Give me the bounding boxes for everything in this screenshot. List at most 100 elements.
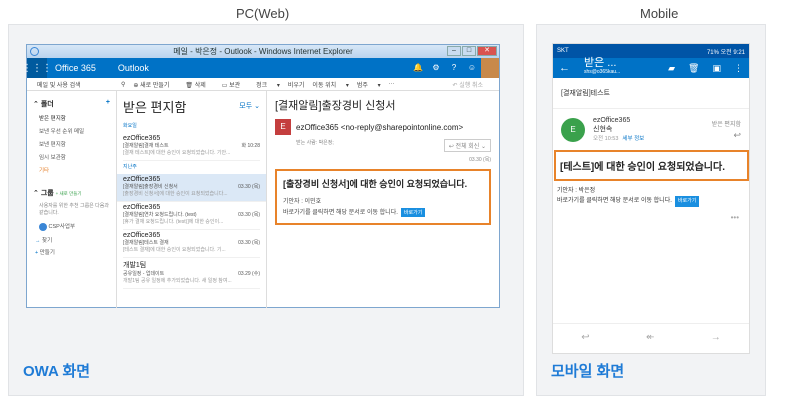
reply-icon[interactable]: ↩ — [712, 130, 741, 141]
groups-hint: 사용자를 위한 추천 그룹은 다음과 같습니다. — [39, 203, 109, 216]
app-bar: ← 받은 ... shs@o365kau... ▰ 🗑 ▣ ⋮ — [553, 58, 749, 78]
more-vert-icon[interactable]: ⋮ — [734, 63, 743, 74]
message-list: 받은 편지함 모두 ⌄ 화요일 ezOffice365 [결재알림]결재 테스트 화… — [117, 91, 267, 308]
junk-button[interactable]: 정크 ▾ — [256, 80, 280, 89]
mobile-drafter: 기안자 : 박은정 — [557, 188, 596, 194]
mobile-shortcut-button[interactable]: 바로가기 — [674, 196, 700, 207]
avatar[interactable] — [481, 58, 499, 78]
message-meta: 받는 사람: 박은정; ↩ 전체 회신 ⌄ — [296, 139, 491, 152]
smile-icon[interactable]: ☺ — [463, 58, 481, 78]
recipient-name: 신현속 — [593, 126, 613, 133]
folder-priority[interactable]: 보낸 우선 순위 메일 — [39, 127, 110, 135]
window-titlebar: 메일 - 박은정 - Outlook - Windows Internet Ex… — [27, 45, 499, 58]
folder-drafts[interactable]: 임시 보관함 — [39, 153, 110, 161]
folder-inbox[interactable]: 받은 편지함 — [39, 114, 110, 122]
delete-button[interactable]: 🗑 삭제 — [185, 80, 213, 89]
command-bar: 메일 및 사용 검색 ⚲ ⊕ 새로 만들기 🗑 삭제 ▭ 보관 정크 ▾ 비우기… — [27, 78, 499, 91]
status-bar: SKT 71% 오전 9:21 — [553, 44, 749, 58]
find-group[interactable]: → 찾기 — [35, 236, 110, 244]
bell-icon[interactable]: 🔔 — [409, 58, 427, 78]
day-divider: 화요일 — [123, 123, 137, 129]
mobile-sender-row: E ezOffice365 신현속 오전 10:53 세부 정보 받은 편지함 ↩ — [553, 109, 749, 150]
message-time: 오전 10:53 세부 정보 — [593, 136, 645, 142]
list-item[interactable]: 개발1팀 공유일정 - 업데이트 03.29 (수) 개발1팀 공유 일정에 추가… — [123, 258, 260, 289]
mobile-approval-headline: [테스트]에 대한 승인이 요청되었습니다. — [560, 162, 725, 173]
message-date-row: 03.30 (목) — [296, 156, 491, 163]
forward-icon[interactable]: → — [711, 332, 721, 343]
folder-pane: ⌃ 폴더 + 받은 편지함 보낸 우선 순위 메일 보낸 편지함 임시 보관함 … — [27, 91, 117, 308]
recipients: 받는 사람: 박은정; — [296, 140, 334, 146]
drafter-line: 기안자 : 이민호 — [283, 199, 322, 205]
sender-name: ezOffice365 — [593, 117, 631, 124]
list-item[interactable]: ezOffice365 [결재알림]출장경비 신청서 03.30 (목) [출장경… — [117, 174, 266, 202]
app-launcher-icon[interactable]: ⋮⋮⋮ — [22, 58, 52, 78]
group-csp[interactable]: CSP사업부 — [39, 222, 110, 231]
mobile-body: 기안자 : 박은정 바로가기를 클릭하면 해당 문서로 이동 합니다. 바로가기 — [553, 181, 749, 213]
gear-icon[interactable]: ⚙ — [427, 58, 445, 78]
message-body: [출장경비 신청서]에 대한 승인이 요청되었습니다. 기안자 : 이민호 바로… — [275, 169, 491, 225]
trash-icon[interactable]: 🗑 — [688, 63, 699, 74]
groups-header[interactable]: ⌃ 그룹 + 새로 만들기 — [33, 188, 110, 198]
owa-window: 메일 - 박은정 - Outlook - Windows Internet Ex… — [22, 44, 500, 308]
more-dots-icon[interactable]: ••• — [553, 213, 749, 222]
archive-icon[interactable]: ▣ — [712, 63, 721, 74]
mail-title: 받은 ... shs@o365kau... — [584, 57, 621, 76]
carrier: SKT — [557, 48, 569, 54]
search-input[interactable]: 메일 및 사용 검색 — [37, 80, 113, 89]
window-title: 메일 - 박은정 - Outlook - Windows Internet Ex… — [173, 47, 353, 56]
pc-heading: PC(Web) — [236, 6, 290, 21]
phone-screen: SKT 71% 오전 9:21 ← 받은 ... shs@o365kau... ▰… — [552, 43, 750, 354]
create-group[interactable]: + 만들기 — [35, 248, 110, 256]
list-title: 받은 편지함 — [123, 100, 187, 115]
filter-dropdown[interactable]: 모두 ⌄ — [239, 101, 260, 111]
new-button[interactable]: ⊕ 새로 만들기 — [133, 80, 177, 89]
message-from: E ezOffice365 <no-reply@sharepointonline… — [275, 119, 491, 135]
mobile-action-bar: ↩ ↞ → — [553, 323, 749, 343]
reply-all-button[interactable]: ↩ 전체 회신 ⌄ — [443, 139, 491, 152]
suite-name[interactable]: Office 365 — [55, 63, 96, 73]
sender-address[interactable]: ezOffice365 <no-reply@sharepointonline.c… — [296, 123, 463, 132]
day-divider: 지난주 — [123, 164, 137, 170]
approval-headline: [출장경비 신청서]에 대한 승인이 요청되었습니다. — [283, 179, 468, 189]
suite-bar: ⋮⋮⋮ Office 365 Outlook 🔔 ⚙ ? ☺ — [22, 58, 499, 78]
mobile-caption: 모바일 화면 — [551, 363, 625, 380]
mobile-approval-box: [테스트]에 대한 승인이 요청되었습니다. — [554, 150, 749, 181]
reply-all-icon[interactable]: ↞ — [646, 332, 654, 343]
status-info: 71% 오전 9:21 — [706, 49, 745, 56]
folder-sent[interactable]: 보낸 편지함 — [39, 140, 110, 148]
back-arrow-icon[interactable]: ← — [559, 62, 570, 74]
folders-header[interactable]: ⌃ 폴더 + — [33, 99, 110, 109]
sender-avatar: E — [561, 117, 585, 142]
mobile-subject: [결재알림]테스트 — [553, 78, 749, 109]
sweep-button[interactable]: 비우기 — [288, 80, 305, 89]
instruction-line: 바로가기를 클릭하면 해당 문서로 이동 합니다. 바로가기 — [283, 207, 483, 217]
message-subject: [결재알림]출장경비 신청서 — [275, 100, 396, 112]
search-icon[interactable]: ⚲ — [121, 81, 125, 88]
list-item[interactable]: ezOffice365 [결재알림]연차 요청드립니다. (test) 03.30… — [123, 202, 260, 230]
ie-icon — [30, 47, 39, 56]
folder-label: 받은 편지함 ↩ — [711, 121, 741, 141]
folder-move-icon[interactable]: ▰ — [668, 63, 675, 74]
categories-button[interactable]: 범주 ▾ — [357, 80, 381, 89]
maximize-button[interactable]: □ — [462, 46, 476, 56]
list-item[interactable]: ezOffice365 [결재알림]테스트 결재 03.30 (목) [테스트 결… — [123, 230, 260, 258]
sender-avatar: E — [275, 119, 291, 135]
reply-icon[interactable]: ↩ — [581, 332, 589, 343]
archive-button[interactable]: ▭ 보관 — [222, 80, 248, 89]
message-date: 03.30 (목) — [469, 157, 491, 163]
mobile-instruction: 바로가기를 클릭하면 해당 문서로 이동 합니다. 바로가기 — [557, 196, 745, 207]
minimize-button[interactable]: – — [447, 46, 461, 56]
help-icon[interactable]: ? — [445, 58, 463, 78]
mobile-heading: Mobile — [640, 6, 679, 21]
more-icon[interactable]: ··· — [389, 81, 395, 87]
details-link[interactable]: 세부 정보 — [622, 136, 644, 142]
module-name[interactable]: Outlook — [118, 63, 149, 73]
shortcut-button[interactable]: 바로가기 — [400, 208, 426, 217]
list-item[interactable]: ezOffice365 [결재알림]결재 테스트 화 10:28 [결재 테스트]… — [123, 133, 260, 161]
owa-caption: OWA 화면 — [23, 363, 91, 380]
move-button[interactable]: 이동 위치 ▾ — [312, 80, 348, 89]
folder-other[interactable]: 기타 — [39, 166, 110, 174]
reading-pane: [결재알림]출장경비 신청서 E ezOffice365 <no-reply@s… — [267, 91, 499, 308]
close-button[interactable]: ✕ — [477, 46, 497, 56]
undo-button[interactable]: ↶ 실행 취소 — [453, 80, 491, 89]
